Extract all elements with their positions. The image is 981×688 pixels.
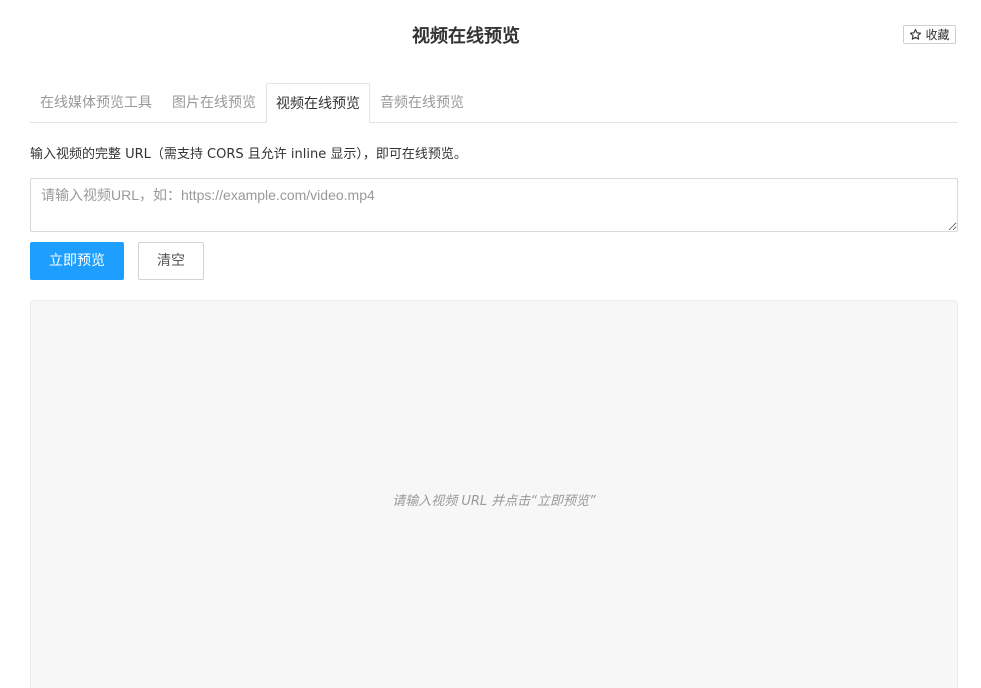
tab-media-tool[interactable]: 在线媒体预览工具: [40, 83, 152, 123]
instruction-text: 输入视频的完整 URL（需支持 CORS 且允许 inline 显示），即可在线…: [30, 147, 467, 162]
tab-audio-preview[interactable]: 音频在线预览: [380, 83, 464, 123]
clear-button[interactable]: 清空: [138, 242, 204, 280]
star-outline-icon: [910, 28, 922, 40]
tab-image-preview[interactable]: 图片在线预览: [172, 83, 256, 123]
favorite-button[interactable]: 收藏: [903, 25, 956, 44]
page-title: 视频在线预览: [412, 26, 520, 47]
tab-video-preview[interactable]: 视频在线预览: [266, 83, 370, 123]
page: 视频在线预览 收藏 在线媒体预览工具 图片在线预览 视频在线预览 音频在线预览 …: [0, 0, 981, 688]
preview-button[interactable]: 立即预览: [30, 242, 124, 280]
video-preview-area: 请输入视频 URL 并点击“立即预览”: [30, 300, 958, 688]
tab-bar: 在线媒体预览工具 图片在线预览 视频在线预览 音频在线预览: [30, 83, 958, 123]
favorite-label: 收藏: [925, 28, 950, 42]
preview-placeholder-text: 请输入视频 URL 并点击“立即预览”: [392, 494, 596, 509]
video-url-input[interactable]: [30, 178, 958, 232]
